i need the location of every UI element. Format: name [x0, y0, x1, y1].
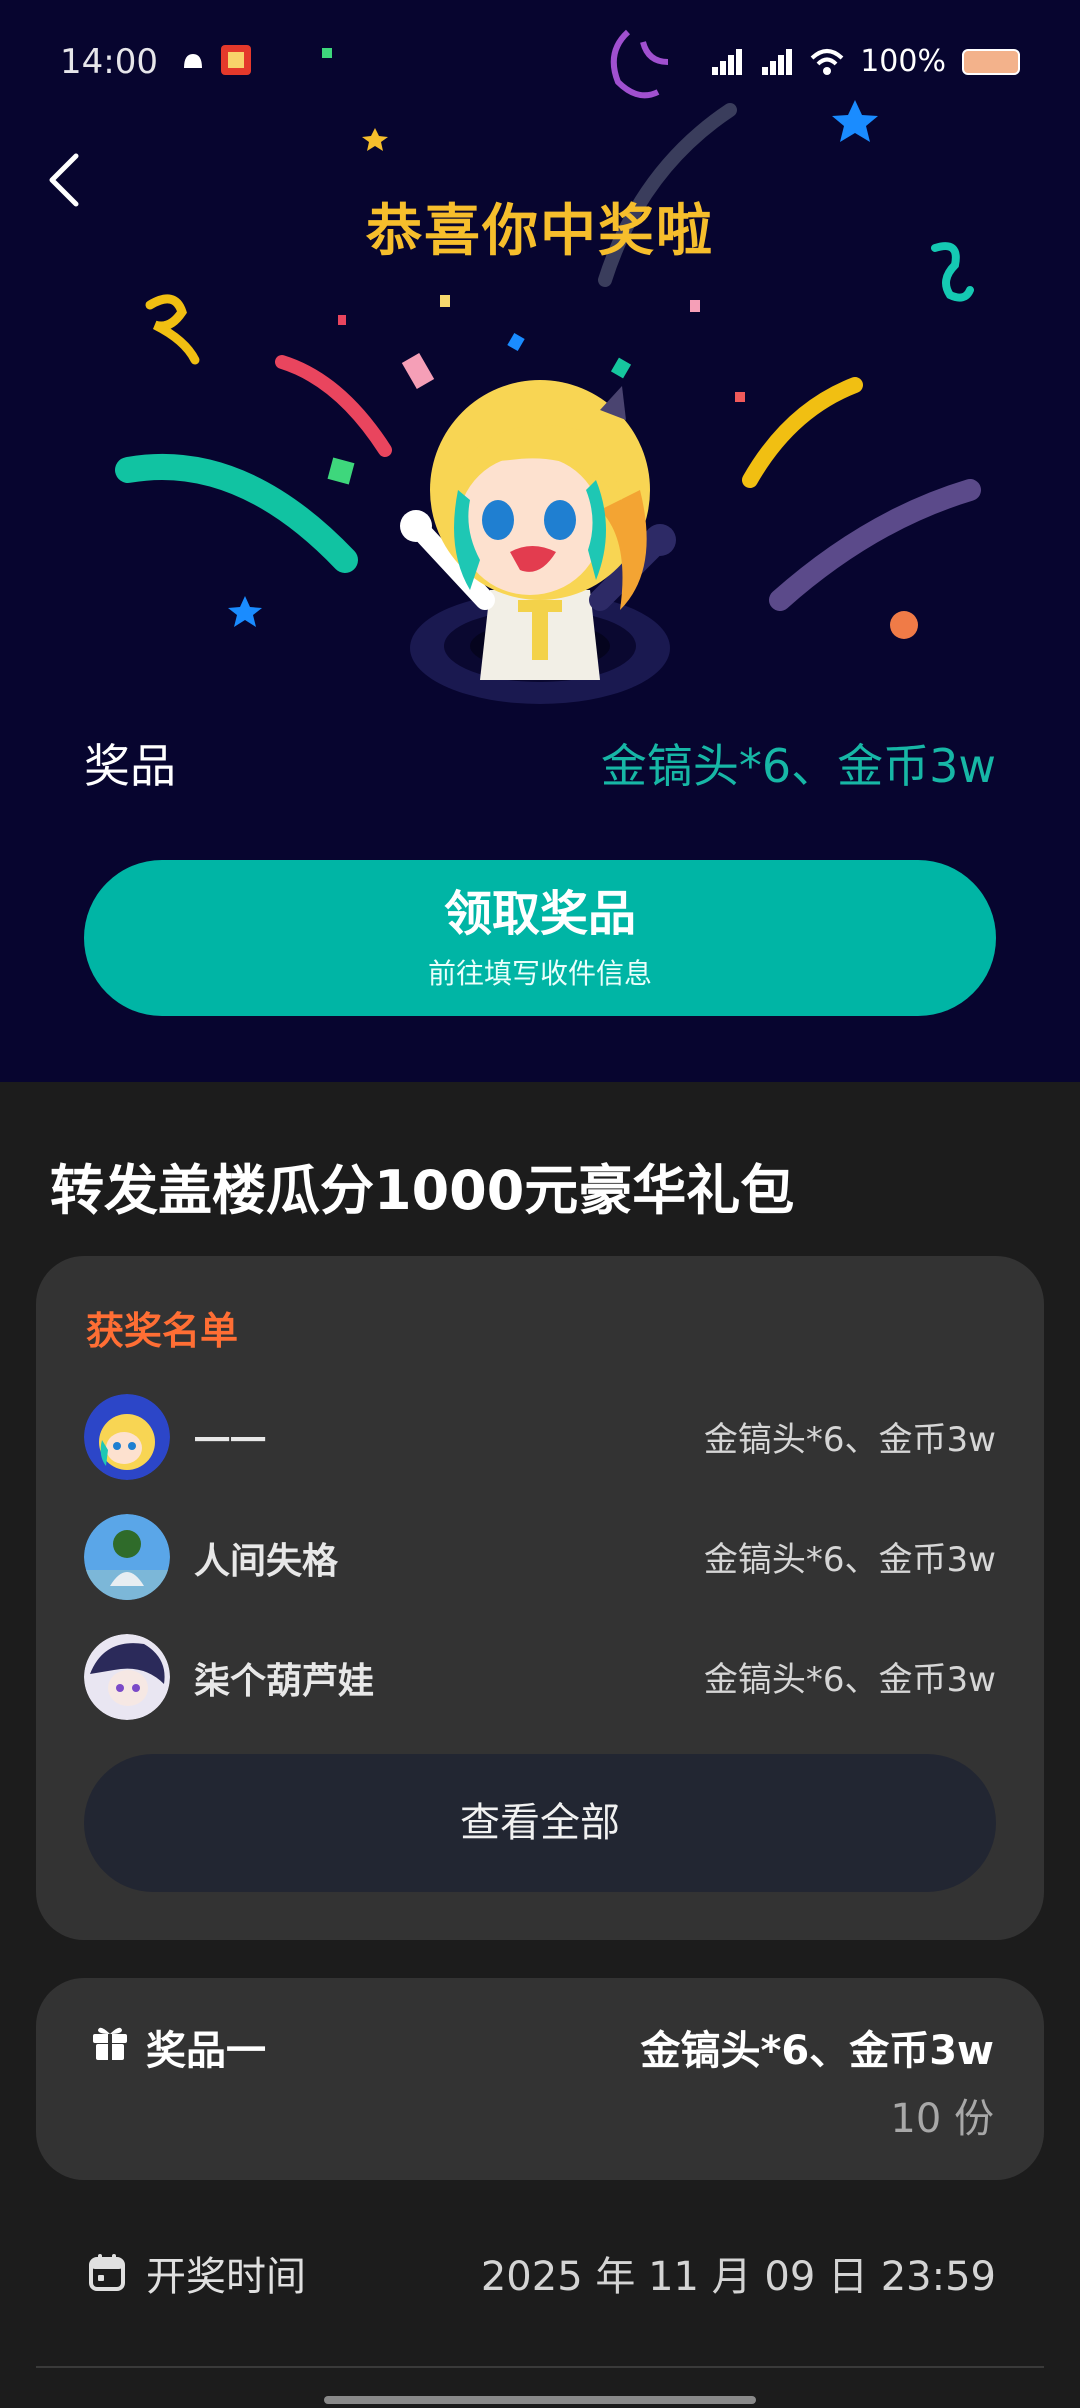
signal-icon	[712, 48, 743, 75]
winner-row: 一一 金镐头*6、金币3w	[84, 1394, 996, 1480]
signal-icon-secondary	[762, 48, 793, 75]
winner-prize: 金镐头*6、金币3w	[703, 1420, 996, 1460]
winners-card: 获奖名单 一一 金镐头*6、金币3w 人间失格 金镐头*6、金币3w 柒个葫芦娃…	[36, 1256, 1044, 1940]
calendar-icon	[89, 2254, 125, 2291]
claim-prize-button[interactable]: 领取奖品 前往填写收件信息	[84, 860, 996, 1016]
status-bar: 14:00 100%	[0, 29, 1080, 99]
prize-value: 金镐头*6、金币3w	[600, 739, 996, 793]
notification-icon	[184, 54, 202, 68]
winner-avatar[interactable]	[84, 1634, 170, 1720]
app-logo-icon	[610, 29, 669, 99]
celebration-banner: 14:00 100% 恭喜你中奖啦 奖品 金镐头*6、金币3w 领取奖品 前往填…	[0, 0, 1080, 1082]
winner-avatar[interactable]	[84, 1514, 170, 1600]
draw-time-row: 开奖时间 2025 年 11 月 09 日 23:59	[84, 2240, 996, 2300]
wifi-icon	[810, 48, 844, 75]
prize-tier-label: 奖品一	[146, 2028, 266, 2074]
claim-button-label: 领取奖品	[443, 886, 636, 942]
winner-row: 柒个葫芦娃 金镐头*6、金币3w	[84, 1634, 996, 1720]
prize-tier-card: 奖品一 金镐头*6、金币3w 10 份	[36, 1978, 1044, 2180]
prize-count: 10 份	[890, 2096, 994, 2142]
prize-tier-value: 金镐头*6、金币3w	[640, 2028, 994, 2074]
winner-name: 柒个葫芦娃	[194, 1661, 375, 1702]
event-title: 转发盖楼瓜分1000元豪华礼包	[50, 1159, 795, 1222]
winner-name: 人间失格	[194, 1541, 339, 1582]
claim-button-sublabel: 前往填写收件信息	[427, 957, 652, 990]
mascot-illustration	[400, 380, 676, 704]
draw-time-label: 开奖时间	[146, 2254, 306, 2300]
winner-row: 人间失格 金镐头*6、金币3w	[84, 1514, 996, 1600]
winner-name: 一一	[194, 1421, 267, 1462]
app-notification-icon	[221, 45, 251, 75]
view-all-button[interactable]: 查看全部	[84, 1754, 996, 1892]
status-time: 14:00	[60, 42, 158, 82]
status-indicators: 100%	[710, 44, 1020, 79]
winner-prize: 金镐头*6、金币3w	[703, 1660, 996, 1700]
prize-label: 奖品	[84, 739, 176, 793]
battery-percent: 100%	[860, 44, 946, 79]
winner-avatar[interactable]	[84, 1394, 170, 1480]
home-indicator[interactable]	[324, 2396, 756, 2404]
divider	[36, 2366, 1044, 2368]
gift-icon	[93, 2027, 127, 2060]
congrats-title: 恭喜你中奖啦	[366, 199, 714, 264]
winner-prize: 金镐头*6、金币3w	[703, 1540, 996, 1580]
winners-heading: 获奖名单	[86, 1309, 239, 1353]
draw-time-value: 2025 年 11 月 09 日 23:59	[480, 2254, 996, 2300]
battery-icon	[962, 48, 1020, 75]
